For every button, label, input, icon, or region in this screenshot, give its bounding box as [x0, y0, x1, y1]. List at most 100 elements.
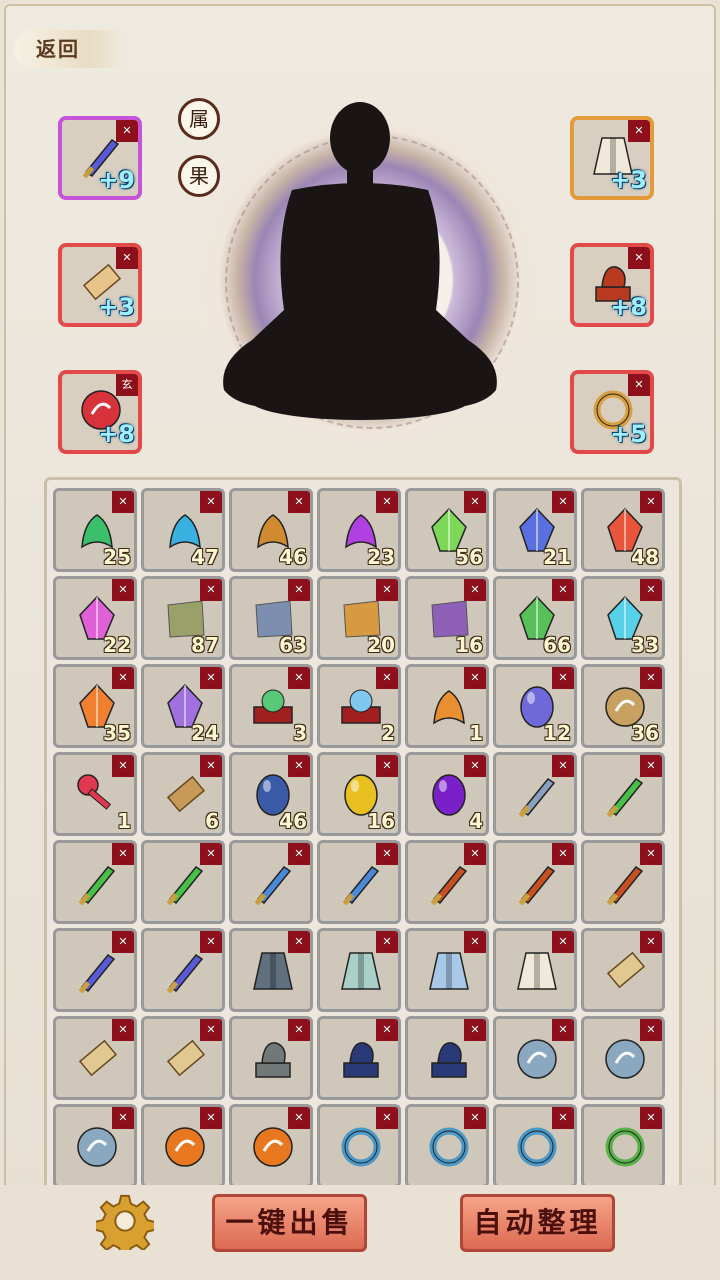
inventory-slot[interactable]: ✕: [493, 752, 577, 836]
inventory-slot[interactable]: ✕: [317, 1016, 401, 1100]
equip-slot-statue[interactable]: ✕ +8: [570, 243, 654, 327]
bound-tag-icon: ✕: [552, 667, 574, 689]
inventory-slot[interactable]: ✕ 16: [405, 576, 489, 660]
inventory-slot[interactable]: ✕: [229, 840, 313, 924]
enhance-level: +8: [610, 293, 647, 321]
gold-sword-icon: [602, 859, 648, 906]
inventory-slot[interactable]: ✕: [229, 928, 313, 1012]
bound-tag-icon: ✕: [628, 247, 650, 269]
grey-statue-icon: [250, 1035, 296, 1081]
inventory-slot[interactable]: ✕ 24: [141, 664, 225, 748]
bound-tag-icon: ✕: [288, 667, 310, 689]
inventory-slot[interactable]: ✕: [493, 1104, 577, 1188]
item-quantity: 1: [469, 721, 483, 745]
inventory-slot[interactable]: ✕ 36: [581, 664, 665, 748]
inventory-slot[interactable]: ✕ 6: [141, 752, 225, 836]
inventory-slot[interactable]: ✕ 56: [405, 488, 489, 572]
inventory-slot[interactable]: ✕: [405, 1104, 489, 1188]
sell-all-button[interactable]: 一键出售: [212, 1194, 367, 1252]
inventory-slot[interactable]: ✕ 1: [53, 752, 137, 836]
inventory-slot[interactable]: ✕ 23: [317, 488, 401, 572]
equip-slot-amulet[interactable]: 玄 +8: [58, 370, 142, 454]
back-button[interactable]: 返回: [14, 30, 124, 68]
inventory-slot[interactable]: ✕ 12: [493, 664, 577, 748]
item-quantity: 6: [205, 809, 219, 833]
item-quantity: 33: [631, 633, 659, 657]
equip-slot-weapon[interactable]: ✕ +9: [58, 116, 142, 200]
inventory-slot[interactable]: ✕ 46: [229, 488, 313, 572]
auto-sort-button[interactable]: 自动整理: [460, 1194, 615, 1252]
green-orb-box-icon: [250, 683, 296, 729]
bound-tag-icon: ✕: [464, 843, 486, 865]
equip-slot-ring[interactable]: ✕ +5: [570, 370, 654, 454]
inventory-slot[interactable]: ✕: [581, 1016, 665, 1100]
inventory-slot[interactable]: ✕: [229, 1016, 313, 1100]
inventory-slot[interactable]: ✕: [53, 928, 137, 1012]
bound-tag-icon: ✕: [288, 1019, 310, 1041]
inventory-slot[interactable]: ✕ 63: [229, 576, 313, 660]
inventory-slot[interactable]: ✕: [317, 1104, 401, 1188]
item-quantity: 35: [103, 721, 131, 745]
grey-ring-icon: [426, 1123, 472, 1169]
bound-tag-icon: ✕: [376, 755, 398, 777]
inventory-slot[interactable]: ✕ 47: [141, 488, 225, 572]
bound-tag-icon: ✕: [376, 1019, 398, 1041]
bound-tag-icon: ✕: [112, 491, 134, 513]
item-quantity: 16: [455, 633, 483, 657]
inventory-slot[interactable]: ✕: [405, 1016, 489, 1100]
item-quantity: 25: [103, 545, 131, 569]
inventory-slot[interactable]: ✕ 87: [141, 576, 225, 660]
bound-tag-icon: ✕: [640, 1107, 662, 1129]
inventory-slot[interactable]: ✕: [493, 840, 577, 924]
inventory-slot[interactable]: ✕ 25: [53, 488, 137, 572]
inventory-slot[interactable]: ✕ 22: [53, 576, 137, 660]
inventory-slot[interactable]: ✕ 2: [317, 664, 401, 748]
inventory-slot[interactable]: ✕: [581, 928, 665, 1012]
blue-scroll-icon: [74, 1035, 120, 1081]
inventory-slot[interactable]: ✕: [229, 1104, 313, 1188]
inventory-slot[interactable]: ✕: [141, 840, 225, 924]
bound-tag-icon: ✕: [640, 579, 662, 601]
inventory-slot[interactable]: ✕: [317, 840, 401, 924]
equip-slot-robe[interactable]: ✕ +3: [570, 116, 654, 200]
purple-sword-icon: [162, 947, 208, 994]
settings-gear-icon[interactable]: [96, 1192, 154, 1250]
grey-amulet-icon: [602, 1035, 648, 1081]
character-silhouette: [223, 102, 497, 420]
inventory-slot[interactable]: ✕: [493, 928, 577, 1012]
inventory-slot[interactable]: ✕: [581, 752, 665, 836]
grey-sword-icon: [514, 771, 560, 818]
inventory-slot[interactable]: ✕: [581, 1104, 665, 1188]
inventory-slot[interactable]: ✕ 4: [405, 752, 489, 836]
item-quantity: 1: [117, 809, 131, 833]
white-robe-icon: [514, 947, 560, 993]
inventory-panel: ✕ 25 ✕ 47 ✕ 46 ✕ 23 ✕ 56 ✕ 21 ✕ 48 ✕ 22 …: [44, 477, 682, 1198]
inventory-slot[interactable]: ✕: [53, 840, 137, 924]
inventory-slot[interactable]: ✕: [53, 1104, 137, 1188]
bound-tag-icon: ✕: [200, 1107, 222, 1129]
inventory-slot[interactable]: ✕: [493, 1016, 577, 1100]
inventory-slot[interactable]: ✕ 46: [229, 752, 313, 836]
item-quantity: 46: [279, 809, 307, 833]
inventory-slot[interactable]: ✕ 48: [581, 488, 665, 572]
inventory-slot[interactable]: ✕: [141, 928, 225, 1012]
inventory-slot[interactable]: ✕: [317, 928, 401, 1012]
inventory-slot[interactable]: ✕ 1: [405, 664, 489, 748]
inventory-slot[interactable]: ✕: [53, 1016, 137, 1100]
inventory-slot[interactable]: ✕: [141, 1104, 225, 1188]
inventory-slot[interactable]: ✕: [581, 840, 665, 924]
inventory-slot[interactable]: ✕: [141, 1016, 225, 1100]
inventory-slot[interactable]: ✕ 33: [581, 576, 665, 660]
inventory-slot[interactable]: ✕ 16: [317, 752, 401, 836]
equip-slot-scroll[interactable]: ✕ +3: [58, 243, 142, 327]
inventory-slot[interactable]: ✕ 35: [53, 664, 137, 748]
orange-amulet-icon: [162, 1123, 208, 1169]
inventory-slot[interactable]: ✕: [405, 840, 489, 924]
inventory-slot[interactable]: ✕: [405, 928, 489, 1012]
inventory-slot[interactable]: ✕ 21: [493, 488, 577, 572]
inventory-slot[interactable]: ✕ 66: [493, 576, 577, 660]
inventory-slot[interactable]: ✕ 20: [317, 576, 401, 660]
inventory-slot[interactable]: ✕ 3: [229, 664, 313, 748]
bound-tag-icon: ✕: [552, 931, 574, 953]
enhance-level: +5: [610, 420, 647, 448]
